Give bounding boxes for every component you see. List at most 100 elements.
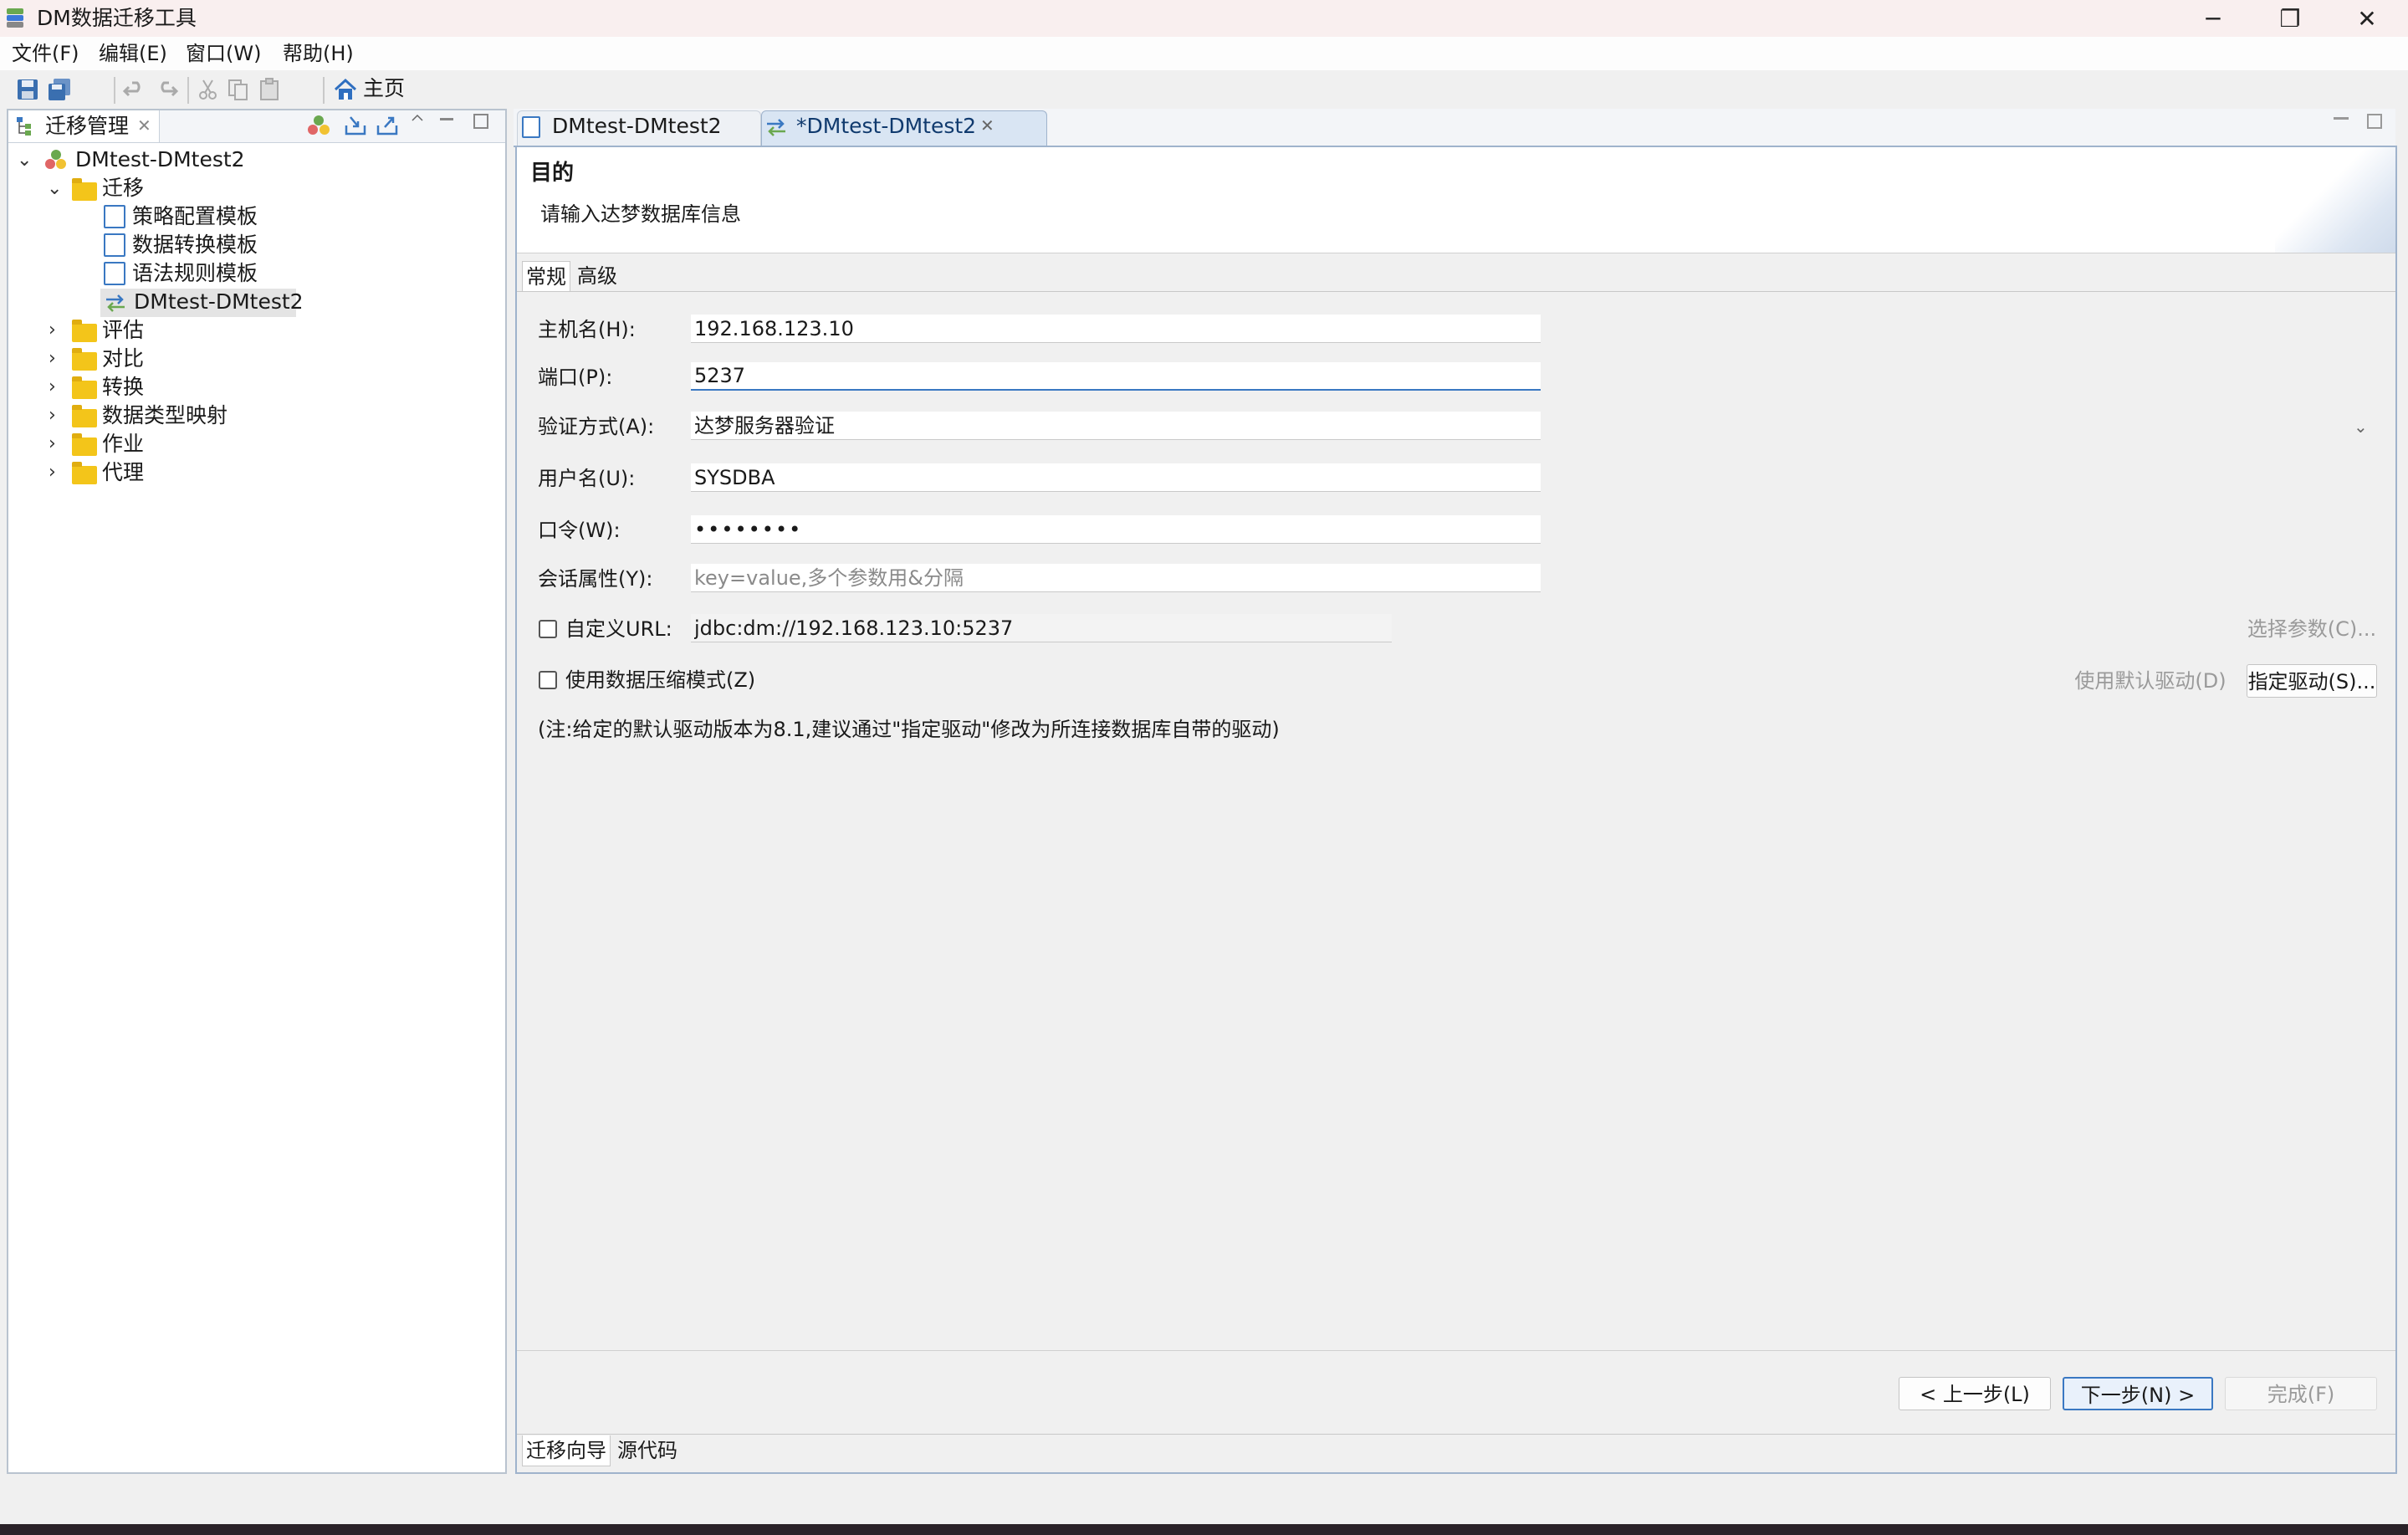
folder-icon — [72, 462, 97, 484]
transform-template-icon — [104, 233, 125, 257]
close-button[interactable]: ✕ — [2330, 0, 2404, 37]
menu-file[interactable]: 文件(F) — [12, 42, 79, 65]
default-driver-button[interactable]: 使用默认驱动(D) — [2071, 664, 2230, 698]
tab-general[interactable]: 常规 — [522, 261, 570, 292]
bottom-tabs-divider — [517, 1434, 2395, 1435]
migration-arrows-icon — [767, 119, 785, 136]
document-icon — [522, 116, 540, 138]
port-label: 端口(P): — [538, 366, 613, 389]
close-tab-icon[interactable]: ✕ — [137, 114, 151, 137]
tab-editor-2-label: *DMtest-DMtest2 — [796, 114, 977, 138]
save-all-icon[interactable] — [47, 77, 72, 102]
username-input[interactable] — [691, 463, 1541, 492]
maximize-editor-icon[interactable] — [2367, 114, 2382, 129]
tree-item-job[interactable]: 作业 — [102, 431, 144, 458]
title-bar — [0, 0, 2408, 37]
minimize-editor-icon[interactable] — [2334, 117, 2349, 120]
specify-driver-button[interactable]: 指定驱动(S)... — [2247, 664, 2377, 698]
password-input[interactable] — [691, 515, 1541, 544]
custom-url-label: 自定义URL: — [565, 617, 672, 641]
auth-select-value: 达梦服务器验证 — [694, 414, 835, 437]
tree-item-agent[interactable]: 代理 — [102, 459, 144, 486]
port-input[interactable] — [691, 362, 1541, 391]
tab-source-code[interactable]: 源代码 — [614, 1435, 681, 1466]
syntax-template-icon — [104, 262, 125, 285]
auth-label: 验证方式(A): — [538, 415, 655, 438]
tree-item-migration[interactable]: 迁移 — [102, 175, 144, 202]
wizard-description: 请输入达梦数据库信息 — [540, 202, 741, 226]
tree-root[interactable]: DMtest-DMtest2 — [75, 146, 245, 173]
minimize-view-icon[interactable] — [440, 118, 453, 120]
driver-note: (注:给定的默认驱动版本为8.1,建议通过"指定驱动"修改为所连接数据库自带的驱… — [538, 718, 1280, 741]
tree-item-strategy-template[interactable]: 策略配置模板 — [132, 203, 258, 230]
toolbar — [0, 70, 2408, 110]
toolbar-separator — [323, 77, 325, 104]
folder-open-icon — [72, 178, 97, 201]
tree-view-icon — [17, 117, 31, 136]
auth-select[interactable]: 达梦服务器验证 — [691, 412, 1541, 440]
tree-item-type-mapping[interactable]: 数据类型映射 — [102, 402, 228, 429]
username-label: 用户名(U): — [538, 467, 636, 490]
export-icon[interactable] — [375, 114, 400, 137]
toolbar-separator — [114, 77, 115, 104]
tree-item-compare[interactable]: 对比 — [102, 345, 144, 372]
subtab-divider — [517, 291, 2395, 292]
folder-icon — [72, 405, 97, 427]
menu-window[interactable]: 窗口(W) — [186, 42, 261, 65]
connection-icon[interactable] — [306, 114, 331, 137]
tab-advanced[interactable]: 高级 — [574, 261, 621, 291]
folder-icon — [72, 433, 97, 456]
chevron-right-icon[interactable]: › — [49, 402, 56, 429]
tree-item-assess[interactable]: 评估 — [102, 317, 144, 344]
home-label[interactable]: 主页 — [363, 75, 405, 102]
prev-button[interactable]: < 上一步(L) — [1899, 1377, 2051, 1410]
wizard-header — [517, 147, 2395, 253]
custom-url-input[interactable] — [691, 614, 1392, 642]
cut-icon[interactable] — [196, 77, 221, 102]
tree-item-convert[interactable]: 转换 — [102, 374, 144, 401]
redo-icon[interactable] — [154, 77, 179, 102]
folder-icon — [72, 348, 97, 371]
restore-button[interactable]: ❐ — [2253, 0, 2327, 37]
tab-editor-1-label: DMtest-DMtest2 — [552, 114, 722, 138]
folder-icon — [72, 320, 97, 342]
chevron-down-icon[interactable]: ⌄ — [17, 147, 32, 174]
menu-help[interactable]: 帮助(H) — [283, 42, 354, 65]
tree-item-syntax-template[interactable]: 语法规则模板 — [132, 260, 258, 287]
chevron-right-icon[interactable]: › — [49, 374, 56, 401]
host-label: 主机名(H): — [538, 318, 636, 341]
menu-bar — [0, 37, 2408, 70]
minimize-button[interactable]: ─ — [2176, 0, 2250, 37]
import-icon[interactable] — [343, 114, 368, 137]
close-tab-icon[interactable]: ✕ — [980, 114, 994, 137]
home-icon[interactable] — [333, 77, 358, 102]
chevron-down-icon[interactable]: ⌄ — [2354, 413, 2368, 440]
undo-icon[interactable] — [122, 77, 147, 102]
chevron-right-icon[interactable]: › — [49, 459, 56, 486]
next-button[interactable]: 下一步(N) > — [2063, 1377, 2213, 1410]
custom-url-checkbox[interactable] — [539, 620, 557, 638]
maximize-view-icon[interactable] — [473, 114, 488, 129]
finish-button[interactable]: 完成(F) — [2225, 1377, 2377, 1410]
chevron-down-icon[interactable]: ⌄ — [47, 176, 62, 202]
save-icon[interactable] — [15, 77, 40, 102]
copy-icon[interactable] — [226, 77, 251, 102]
host-input[interactable] — [691, 315, 1541, 343]
chevron-right-icon[interactable]: › — [49, 317, 56, 344]
strategy-template-icon — [104, 205, 125, 228]
tree-item-transform-template[interactable]: 数据转换模板 — [132, 232, 258, 258]
tree-item-migration-task[interactable]: DMtest-DMtest2 — [134, 289, 304, 315]
tab-migration-wizard[interactable]: 迁移向导 — [522, 1435, 611, 1466]
compress-mode-checkbox[interactable] — [539, 671, 557, 689]
paste-icon[interactable] — [258, 77, 283, 102]
left-tab-label: 迁移管理 — [45, 114, 130, 138]
menu-edit[interactable]: 编辑(E) — [99, 42, 167, 65]
view-menu-icon[interactable] — [410, 112, 428, 124]
session-props-label: 会话属性(Y): — [538, 567, 653, 591]
chevron-right-icon[interactable]: › — [49, 345, 56, 372]
wizard-header-graphic — [2275, 147, 2395, 253]
select-params-button[interactable]: 选择参数(C)... — [2247, 612, 2377, 646]
chevron-right-icon[interactable]: › — [49, 431, 56, 458]
session-props-input[interactable] — [691, 564, 1541, 592]
window-title: DM数据迁移工具 — [37, 6, 197, 30]
